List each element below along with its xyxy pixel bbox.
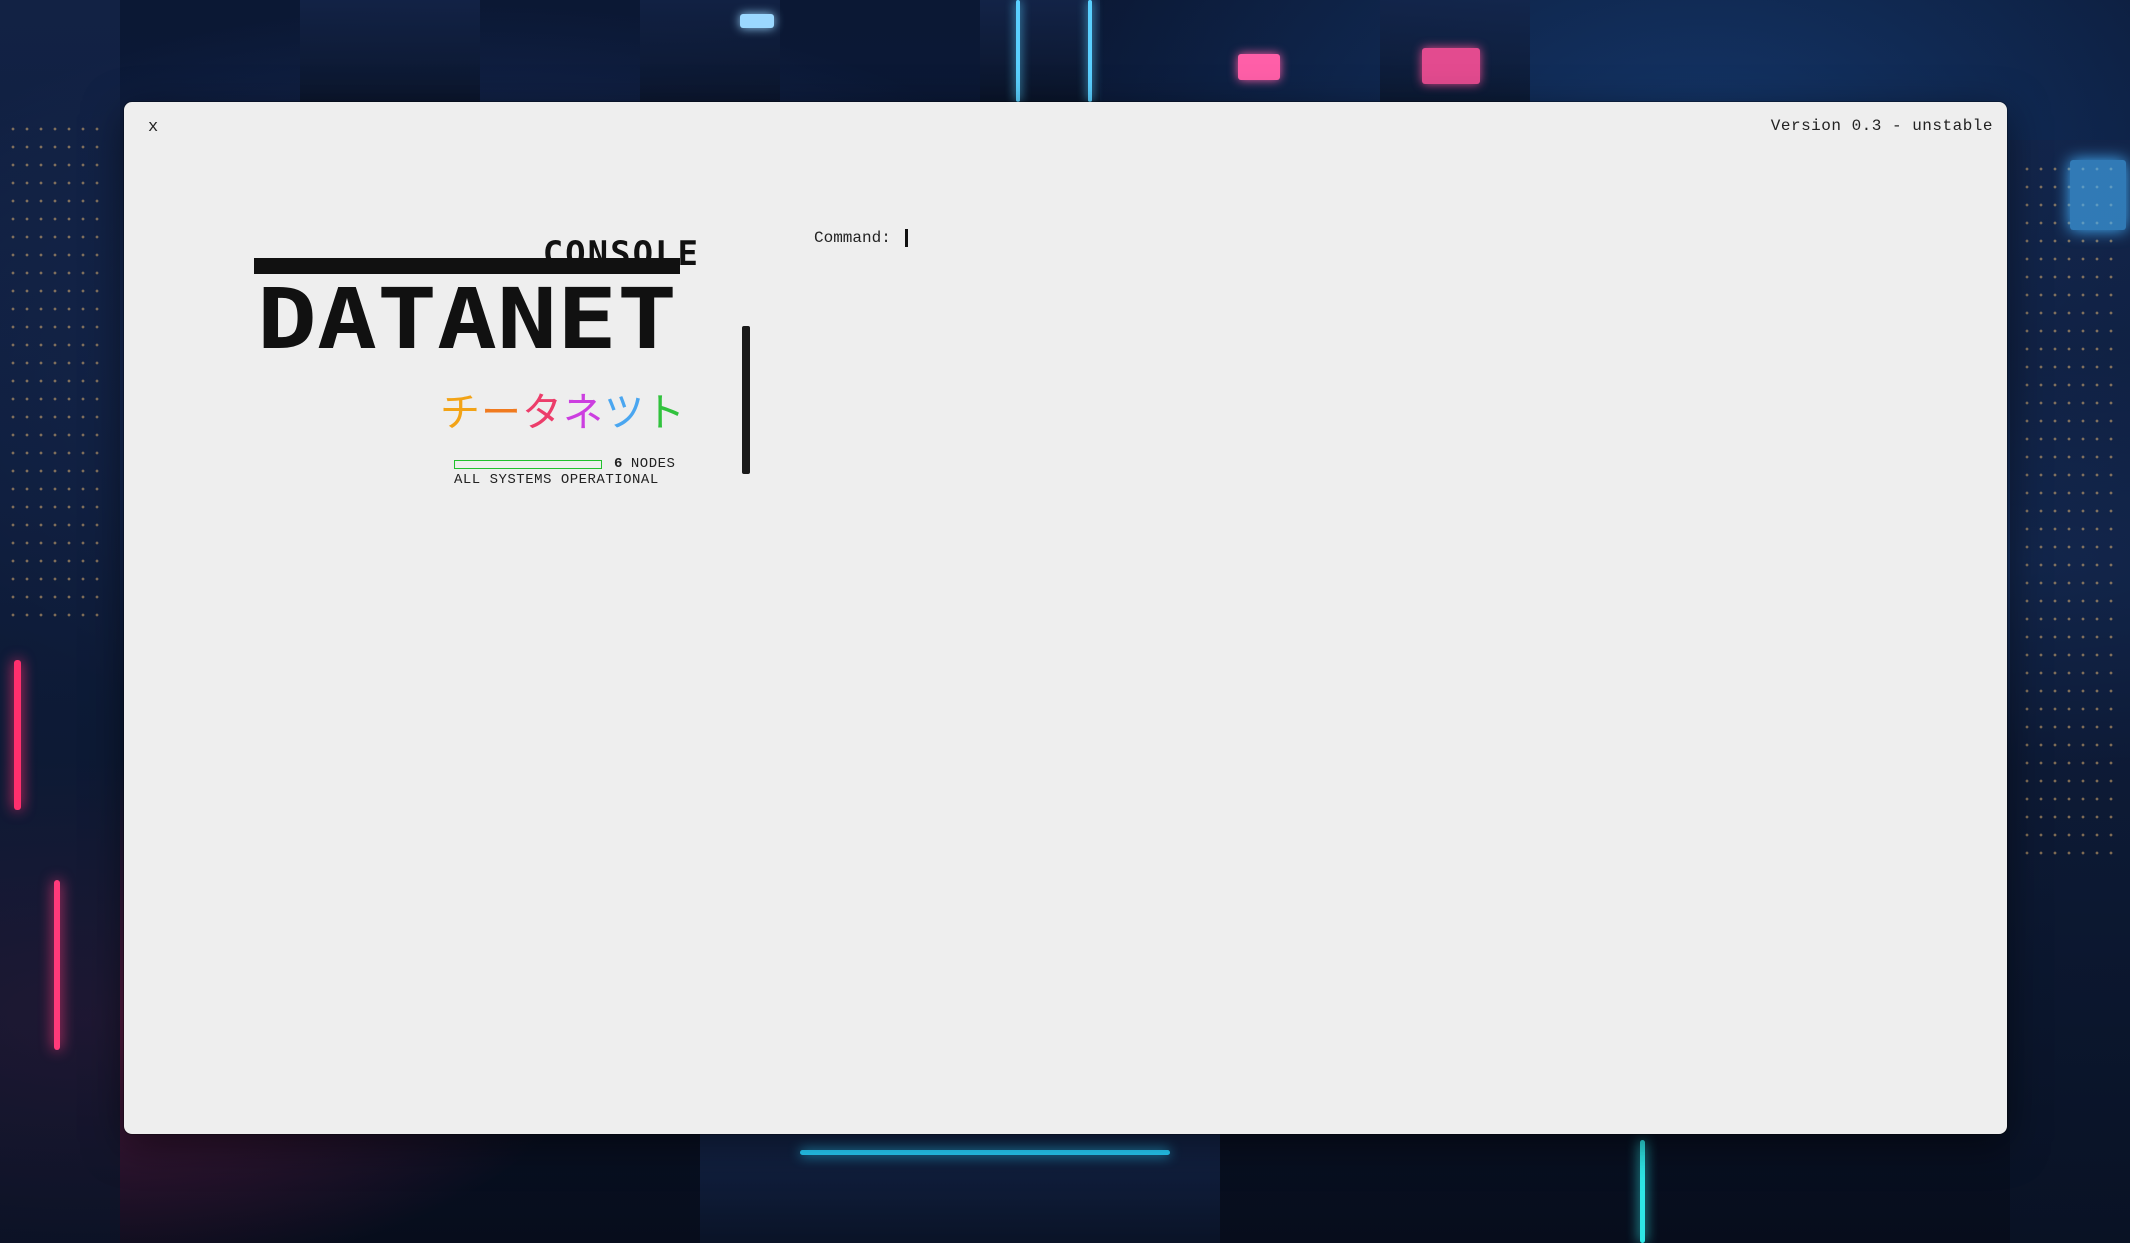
version-label: Version 0.3 - unstable <box>1770 117 1993 135</box>
katakana-char: タ <box>522 390 563 436</box>
system-status-text: ALL SYSTEMS OPERATIONAL <box>454 472 659 488</box>
console-window: x Version 0.3 - unstable CONSOLE DATANET… <box>124 102 2007 1134</box>
katakana-char: ツ <box>604 390 645 436</box>
logo-datanet-text: DATANET <box>257 270 677 352</box>
logo-katakana: チータネツト <box>440 380 686 438</box>
logo-divider <box>742 326 750 474</box>
katakana-char: ー <box>481 390 522 436</box>
node-status: 6 NODES ALL SYSTEMS OPERATIONAL <box>454 456 686 488</box>
command-input[interactable] <box>909 228 1510 248</box>
logo-datanet-wordmark: DATANET <box>254 258 680 352</box>
close-button[interactable]: x <box>144 116 162 139</box>
node-count: 6 <box>614 456 623 472</box>
nodes-label: NODES <box>630 456 676 472</box>
command-label: Command: <box>814 229 891 247</box>
command-prompt: Command: <box>814 228 1510 248</box>
katakana-char: ト <box>645 390 686 436</box>
katakana-char: ネ <box>563 390 604 436</box>
node-progress-bar <box>454 459 602 469</box>
text-caret <box>904 229 908 247</box>
katakana-char: チ <box>440 390 481 436</box>
